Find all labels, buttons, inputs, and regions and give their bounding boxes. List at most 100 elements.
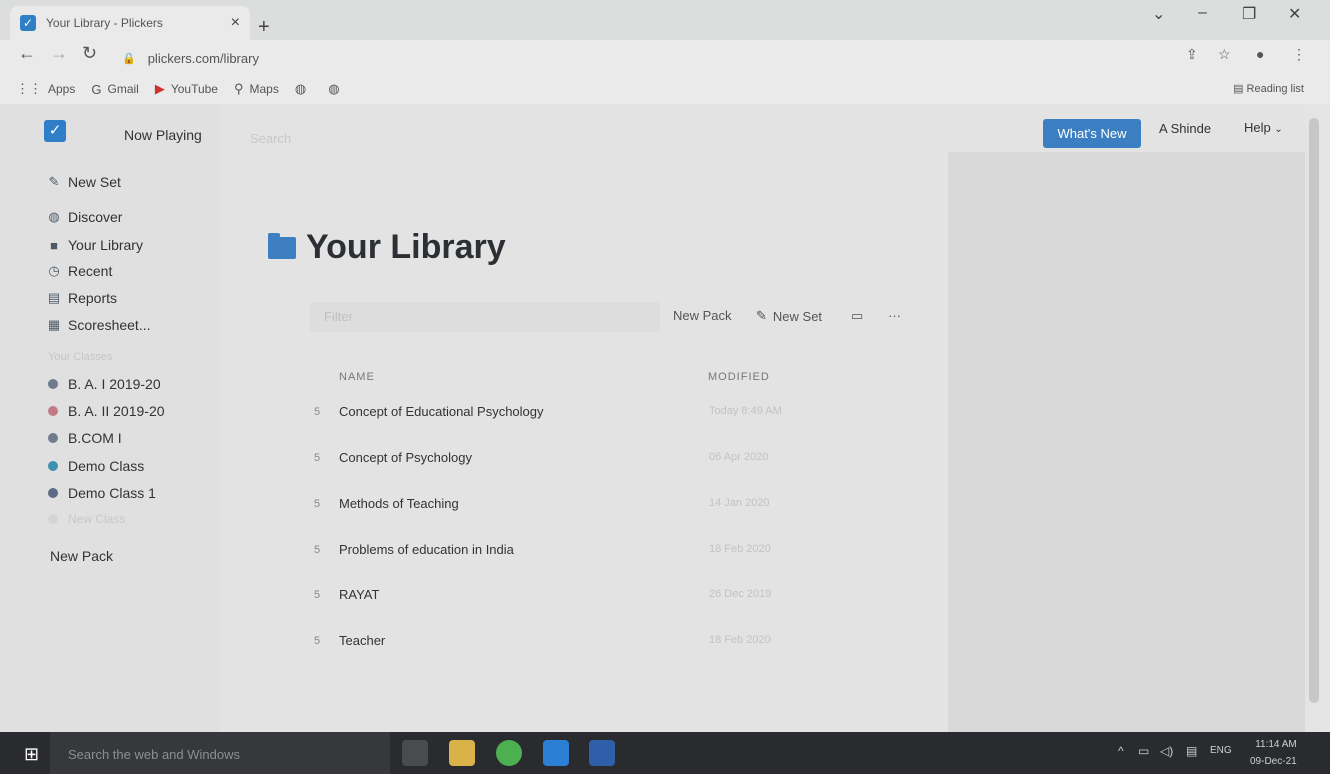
- column-header-name[interactable]: NAME: [339, 371, 375, 383]
- set-modified: 26 Dec 2019: [709, 588, 772, 600]
- bookmark-globe-1[interactable]: ◍: [295, 81, 312, 97]
- new-folder-button[interactable]: ▭: [851, 308, 863, 324]
- scrollbar-thumb[interactable]: [1309, 118, 1319, 703]
- notification-icon[interactable]: ▤: [1186, 744, 1197, 758]
- chrome-icon[interactable]: [496, 740, 522, 766]
- table-row[interactable]: 5 Concept of Educational Psychology Toda…: [308, 400, 808, 430]
- table-row[interactable]: 5 Concept of Psychology 06 Apr 2020: [308, 446, 808, 476]
- folder-icon: [268, 232, 296, 259]
- page-title: Your Library: [268, 228, 506, 267]
- language-indicator[interactable]: ENG: [1210, 745, 1232, 756]
- set-modified: 14 Jan 2020: [709, 497, 770, 509]
- sidebar-class-item[interactable]: B.COM I: [46, 430, 122, 446]
- globe-icon: ◍: [48, 209, 60, 224]
- sidebar-item-recent[interactable]: ◷ Recent: [46, 263, 112, 279]
- filter-input[interactable]: Filter: [310, 302, 660, 332]
- restore-icon[interactable]: ❐: [1242, 4, 1256, 24]
- volume-icon[interactable]: ◁): [1160, 744, 1173, 758]
- now-playing-link[interactable]: Now Playing: [124, 127, 202, 143]
- close-window-icon[interactable]: ✕: [1288, 4, 1301, 24]
- bookmarks-bar: ⋮⋮ Apps G Gmail ▶ YouTube ⚲ Maps ◍ ◍ ▤ R…: [0, 74, 1330, 104]
- folder-icon: ■: [50, 237, 58, 253]
- sidebar-class-item[interactable]: B. A. I 2019-20: [46, 376, 161, 392]
- classes-heading: Your Classes: [48, 351, 113, 363]
- close-tab-icon[interactable]: ×: [231, 14, 240, 32]
- user-menu[interactable]: A Shinde: [1159, 121, 1211, 136]
- sidebar-new-pack[interactable]: New Pack: [50, 548, 113, 564]
- bookmark-star-icon[interactable]: ☆: [1218, 46, 1231, 63]
- taskbar-search-input[interactable]: Search the web and Windows: [50, 732, 390, 774]
- word-icon[interactable]: [589, 740, 615, 766]
- tab-title: Your Library - Plickers: [46, 16, 163, 30]
- reload-icon[interactable]: ↻: [82, 43, 97, 64]
- back-icon[interactable]: ←: [18, 43, 36, 64]
- browser-toolbar: ← → ↻ 🔒 plickers.com/library ⇪ ☆ ● ⋮: [0, 40, 1330, 74]
- edge-icon[interactable]: [543, 740, 569, 766]
- sidebar-item-reports[interactable]: ▤ Reports: [46, 290, 117, 306]
- set-modified: 06 Apr 2020: [709, 451, 769, 463]
- edit-icon: ✎: [48, 174, 60, 189]
- class-color-dot: [48, 406, 58, 416]
- sidebar-class-item[interactable]: B. A. II 2019-20: [46, 403, 165, 419]
- scoresheet-grid-icon: ▦: [47, 317, 61, 332]
- new-tab-icon[interactable]: +: [258, 16, 270, 39]
- table-row[interactable]: 5 RAYAT 26 Dec 2019: [308, 583, 808, 613]
- column-header-modified[interactable]: MODIFIED: [708, 371, 770, 383]
- bookmark-youtube[interactable]: ▶ YouTube: [155, 81, 218, 97]
- lock-icon: 🔒: [122, 52, 136, 65]
- sidebar-item-your-library[interactable]: ■ Your Library: [46, 237, 143, 253]
- sidebar-class-item[interactable]: Demo Class: [46, 458, 144, 474]
- store-icon[interactable]: [402, 740, 428, 766]
- table-row[interactable]: 5 Teacher 18 Feb 2020: [308, 629, 808, 659]
- sidebar-new-class[interactable]: New Class: [46, 512, 125, 526]
- more-options-button[interactable]: ···: [888, 308, 901, 323]
- plickers-logo-icon[interactable]: ✓: [44, 120, 66, 142]
- table-row[interactable]: 5 Methods of Teaching 14 Jan 2020: [308, 492, 808, 522]
- plickers-app: ✓ ✎ New Set ◍ Discover ■ Your Library ◷ …: [0, 104, 1305, 732]
- address-bar[interactable]: 🔒 plickers.com/library: [112, 45, 1162, 71]
- search-input[interactable]: Search: [250, 131, 291, 146]
- class-color-dot: [48, 488, 58, 498]
- browser-tab[interactable]: ✓ Your Library - Plickers ×: [10, 6, 250, 40]
- class-color-dot: [48, 461, 58, 471]
- browser-tab-strip: ✓ Your Library - Plickers × + ⌄ – ❐ ✕: [0, 0, 1330, 40]
- right-panel: [948, 152, 1305, 732]
- sidebar: ✓ ✎ New Set ◍ Discover ■ Your Library ◷ …: [0, 104, 220, 732]
- class-color-dot: [48, 379, 58, 389]
- sidebar-new-set[interactable]: ✎ New Set: [46, 174, 121, 190]
- help-menu[interactable]: Help ⌄: [1244, 120, 1283, 135]
- bookmark-globe-2[interactable]: ◍: [328, 81, 345, 97]
- table-row[interactable]: 5 Problems of education in India 18 Feb …: [308, 538, 808, 568]
- sidebar-item-discover[interactable]: ◍ Discover: [46, 209, 122, 225]
- sidebar-item-scoresheet[interactable]: ▦ Scoresheet...: [46, 317, 151, 333]
- set-modified: 18 Feb 2020: [709, 543, 771, 555]
- whats-new-button[interactable]: What's New: [1043, 119, 1141, 148]
- bookmark-gmail[interactable]: G Gmail: [91, 82, 138, 97]
- new-set-button[interactable]: ✎ New Set: [756, 308, 822, 324]
- forward-icon[interactable]: →: [50, 43, 68, 64]
- sidebar-class-item[interactable]: Demo Class 1: [46, 485, 156, 501]
- tab-search-chevron-icon[interactable]: ⌄: [1152, 4, 1165, 24]
- reports-icon: ▤: [47, 290, 61, 305]
- set-count: 5: [314, 406, 321, 418]
- set-count: 5: [314, 635, 321, 647]
- set-name: Methods of Teaching: [339, 496, 459, 511]
- file-explorer-icon[interactable]: [449, 740, 475, 766]
- network-icon[interactable]: ▭: [1138, 744, 1149, 758]
- set-count: 5: [314, 452, 321, 464]
- set-modified: Today 8:49 AM: [709, 405, 782, 417]
- set-count: 5: [314, 544, 321, 556]
- bookmark-maps[interactable]: ⚲ Maps: [234, 81, 279, 97]
- share-icon[interactable]: ⇪: [1186, 46, 1198, 63]
- minimize-icon[interactable]: –: [1198, 4, 1207, 22]
- page-scrollbar[interactable]: [1305, 104, 1323, 732]
- reading-list[interactable]: ▤ Reading list: [1233, 82, 1304, 95]
- bookmark-apps[interactable]: ⋮⋮ Apps: [16, 81, 75, 97]
- tray-chevron-up-icon[interactable]: ^: [1118, 744, 1124, 758]
- profile-icon[interactable]: ●: [1256, 46, 1264, 62]
- new-pack-button[interactable]: New Pack: [673, 308, 732, 323]
- windows-start-icon[interactable]: ⊞: [24, 744, 39, 765]
- taskbar-clock[interactable]: 11:14 AM 09-Dec-21: [1250, 736, 1297, 770]
- more-dots-icon: ···: [888, 308, 901, 323]
- browser-menu-icon[interactable]: ⋮: [1292, 46, 1306, 63]
